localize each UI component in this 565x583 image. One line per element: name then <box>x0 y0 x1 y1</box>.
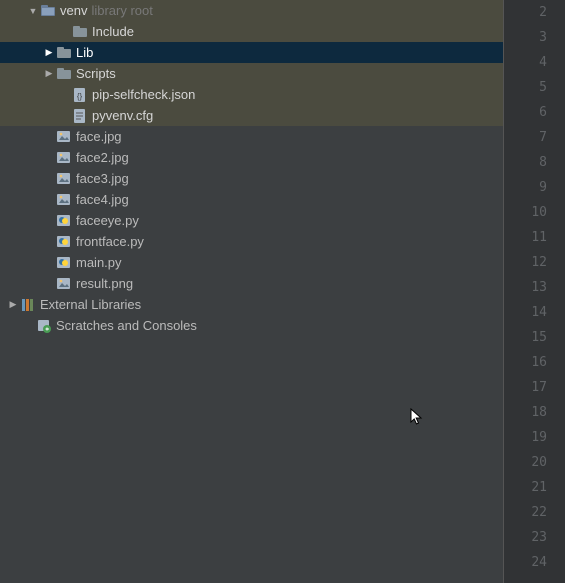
tree-item-label: Include <box>92 24 134 39</box>
folder-icon <box>56 66 72 82</box>
gutter-line-number: 9 <box>504 175 547 200</box>
tree-item-label: face2.jpg <box>76 150 129 165</box>
gutter-line-number: 21 <box>504 475 547 500</box>
gutter-line-number: 13 <box>504 275 547 300</box>
gutter-line-number: 24 <box>504 550 547 575</box>
editor-gutter: 23456789101112131415161718192021222324 <box>503 0 565 583</box>
image-icon <box>56 150 72 166</box>
gutter-line-number: 5 <box>504 75 547 100</box>
chevron-right-icon[interactable]: ▶ <box>44 68 54 79</box>
folder-root-icon <box>40 3 56 19</box>
scratches-icon <box>36 318 52 334</box>
chevron-down-icon[interactable]: ▼ <box>28 6 38 16</box>
venv-group: ▼ venv library root Include ▶ Lib ▶ Scripts {} pi… <box>0 0 503 126</box>
tree-item-scratches[interactable]: Scratches and Consoles <box>0 315 503 336</box>
gutter-line-number: 17 <box>504 375 547 400</box>
project-tree[interactable]: ▼ venv library root Include ▶ Lib ▶ Scripts {} pi… <box>0 0 503 583</box>
tree-item-scripts[interactable]: ▶ Scripts <box>0 63 503 84</box>
tree-item-label: Scratches and Consoles <box>56 318 197 333</box>
tree-item-label: Lib <box>76 45 93 60</box>
tree-item-facejpg[interactable]: face.jpg <box>0 126 503 147</box>
tree-item-frontfacepy[interactable]: frontface.py <box>0 231 503 252</box>
json-icon: {} <box>72 87 88 103</box>
tree-item-label: main.py <box>76 255 122 270</box>
gutter-line-number: 12 <box>504 250 547 275</box>
python-icon <box>56 234 72 250</box>
folder-icon <box>72 24 88 40</box>
tree-item-include[interactable]: Include <box>0 21 503 42</box>
gutter-line-number: 7 <box>504 125 547 150</box>
tree-item-face2jpg[interactable]: face2.jpg <box>0 147 503 168</box>
chevron-right-icon[interactable]: ▶ <box>8 299 18 310</box>
tree-item-pipselfcheck[interactable]: {} pip-selfcheck.json <box>0 84 503 105</box>
chevron-right-icon[interactable]: ▶ <box>44 47 54 58</box>
python-icon <box>56 213 72 229</box>
tree-item-suffix: library root <box>91 3 152 18</box>
tree-item-label: External Libraries <box>40 297 141 312</box>
text-icon <box>72 108 88 124</box>
tree-item-venv[interactable]: ▼ venv library root <box>0 0 503 21</box>
gutter-line-number: 3 <box>504 25 547 50</box>
tree-item-mainpy[interactable]: main.py <box>0 252 503 273</box>
gutter-line-number: 18 <box>504 400 547 425</box>
image-icon <box>56 171 72 187</box>
tree-item-label: face.jpg <box>76 129 122 144</box>
image-icon <box>56 192 72 208</box>
tree-item-face4jpg[interactable]: face4.jpg <box>0 189 503 210</box>
gutter-line-number: 15 <box>504 325 547 350</box>
gutter-line-number: 6 <box>504 100 547 125</box>
python-icon <box>56 255 72 271</box>
tree-item-label: Scripts <box>76 66 116 81</box>
folder-icon <box>56 45 72 61</box>
tree-item-label: pip-selfcheck.json <box>92 87 195 102</box>
image-icon <box>56 276 72 292</box>
svg-text:{}: {} <box>77 92 83 101</box>
gutter-line-number: 19 <box>504 425 547 450</box>
tree-item-label: pyvenv.cfg <box>92 108 153 123</box>
tree-item-pyvenvcfg[interactable]: pyvenv.cfg <box>0 105 503 126</box>
tree-item-face3jpg[interactable]: face3.jpg <box>0 168 503 189</box>
gutter-line-number: 4 <box>504 50 547 75</box>
tree-item-resultpng[interactable]: result.png <box>0 273 503 294</box>
gutter-line-number: 2 <box>504 0 547 25</box>
gutter-line-number: 10 <box>504 200 547 225</box>
gutter-line-number: 16 <box>504 350 547 375</box>
tree-item-faceeyepy[interactable]: faceeye.py <box>0 210 503 231</box>
gutter-line-number: 23 <box>504 525 547 550</box>
tree-item-label: faceeye.py <box>76 213 139 228</box>
tree-item-label: venv <box>60 3 87 18</box>
tree-item-extlib[interactable]: ▶ External Libraries <box>0 294 503 315</box>
gutter-line-number: 14 <box>504 300 547 325</box>
tree-item-label: frontface.py <box>76 234 144 249</box>
gutter-line-number: 20 <box>504 450 547 475</box>
tree-item-label: result.png <box>76 276 133 291</box>
gutter-line-number: 8 <box>504 150 547 175</box>
tree-item-label: face4.jpg <box>76 192 129 207</box>
image-icon <box>56 129 72 145</box>
gutter-line-number: 22 <box>504 500 547 525</box>
tree-item-label: face3.jpg <box>76 171 129 186</box>
gutter-line-number: 11 <box>504 225 547 250</box>
extlib-icon <box>20 297 36 313</box>
tree-item-lib[interactable]: ▶ Lib <box>0 42 503 63</box>
